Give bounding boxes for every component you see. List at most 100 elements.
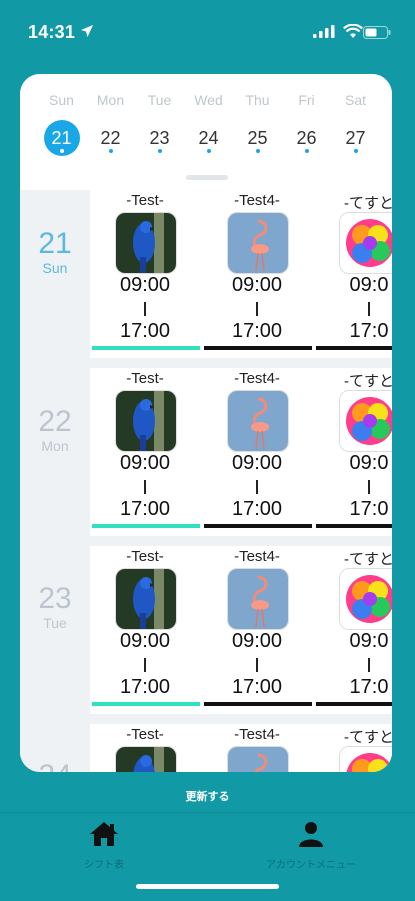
location-arrow-icon [81, 25, 93, 37]
shift-end-time: 17:00 [231, 676, 283, 698]
shift-name: -Test- [126, 548, 164, 565]
shift-color-bar [204, 346, 312, 350]
shift-name: -Test4- [234, 548, 280, 565]
update-button[interactable]: 更新する [0, 788, 415, 804]
event-dot [109, 149, 113, 153]
shift-name: -Test4- [234, 370, 280, 387]
shift-row: -Test- 09:00 17:00 -Test4- 09:00 17:00 -… [90, 190, 392, 358]
parrot-image [115, 390, 177, 452]
time-separator [144, 658, 146, 672]
shift-start-time: 09:0 [349, 274, 389, 296]
parrot-image [115, 746, 177, 772]
shift-start-time: 09:00 [231, 630, 283, 652]
time-separator [368, 302, 370, 316]
time-separator [144, 480, 146, 494]
week-strip: Sun Mon Tue Wed Thu Fri Sat 21 22 23 24 … [20, 74, 392, 186]
flamingo-image [227, 746, 289, 772]
weekday-header: Mon [96, 92, 125, 108]
flower-image [339, 746, 392, 772]
parrot-image [115, 212, 177, 274]
shift-card[interactable]: -Test4- 09:00 17:00 [202, 368, 312, 536]
shift-card[interactable]: -Test4- 09:00 17:00 [202, 190, 312, 358]
shift-card[interactable]: -てすと [314, 724, 392, 772]
weekday-header: Tue [147, 92, 172, 108]
shift-color-bar [316, 702, 392, 706]
status-time: 14:31 [28, 22, 76, 42]
time-separator [144, 302, 146, 316]
schedule-card: Sun Mon Tue Wed Thu Fri Sat 21 22 23 24 … [20, 74, 392, 772]
shift-row: -Test- -Test4- -てすと [90, 724, 392, 772]
shift-name: -てすと [344, 373, 392, 390]
shift-name: -Test- [126, 192, 164, 209]
day-weekday: Sun [42, 260, 68, 276]
shift-end-time: 17:0 [349, 498, 389, 520]
shift-start-time: 09:00 [119, 630, 171, 652]
flower-image [339, 568, 392, 630]
status-bar: 14:31 [0, 0, 415, 64]
weekday-header: Sat [344, 92, 366, 108]
day-number: 22 [38, 405, 72, 438]
shift-card[interactable]: -てすと 09:0 17:0 [314, 368, 392, 536]
shift-start-time: 09:00 [119, 274, 171, 296]
shift-color-bar [204, 524, 312, 528]
event-dot [354, 149, 358, 153]
tab-shift-table[interactable]: シフト表 [34, 821, 174, 871]
flamingo-image [227, 212, 289, 274]
time-separator [256, 480, 258, 494]
shift-card[interactable]: -Test- 09:00 17:00 [90, 546, 200, 714]
shift-end-time: 17:0 [349, 676, 389, 698]
flamingo-image [227, 568, 289, 630]
time-separator [368, 480, 370, 494]
cellular-signal-icon [313, 25, 335, 38]
flamingo-image [227, 390, 289, 452]
event-dot [305, 149, 309, 153]
event-dot [60, 149, 64, 153]
shift-end-time: 17:00 [119, 320, 171, 342]
shift-card[interactable]: -Test4- [202, 724, 312, 772]
shift-card[interactable]: -Test- [90, 724, 200, 772]
shift-color-bar [92, 702, 200, 706]
home-icon [90, 822, 118, 846]
weekday-header: Sun [49, 92, 74, 108]
day-label: 23 Tue [20, 583, 90, 632]
shift-timeline: 21 Sun 22 Mon 23 Tue 24 -Test- 09:00 [20, 190, 392, 772]
tab-label: シフト表 [84, 860, 124, 871]
tab-account-menu[interactable]: アカウントメニュー [241, 821, 381, 871]
tab-label: アカウントメニュー [266, 860, 356, 871]
shift-card[interactable]: -Test4- 09:00 17:00 [202, 546, 312, 714]
shift-row: -Test- 09:00 17:00 -Test4- 09:00 17:00 -… [90, 546, 392, 714]
flower-image [339, 212, 392, 274]
day-number: 21 [38, 227, 72, 260]
drag-handle[interactable] [186, 175, 228, 180]
shift-card[interactable]: -てすと 09:0 17:0 [314, 190, 392, 358]
parrot-image [115, 568, 177, 630]
shift-end-time: 17:00 [119, 676, 171, 698]
shift-card[interactable]: -てすと 09:0 17:0 [314, 546, 392, 714]
weekday-header: Fri [298, 92, 315, 108]
shift-row: -Test- 09:00 17:00 -Test4- 09:00 17:00 -… [90, 368, 392, 536]
day-label: 24 [20, 760, 90, 773]
event-dot [256, 149, 260, 153]
shift-start-time: 09:00 [119, 452, 171, 474]
shift-color-bar [92, 346, 200, 350]
time-separator [256, 658, 258, 672]
event-dot [207, 149, 211, 153]
day-number: 24 [20, 760, 90, 773]
shift-name: -てすと [344, 551, 392, 568]
shift-name: -Test- [126, 726, 164, 743]
home-indicator [136, 884, 279, 889]
shift-name: -てすと [344, 729, 392, 746]
shift-start-time: 09:0 [349, 452, 389, 474]
shift-card[interactable]: -Test- 09:00 17:00 [90, 368, 200, 536]
shift-card[interactable]: -Test- 09:00 17:00 [90, 190, 200, 358]
shift-end-time: 17:0 [349, 320, 389, 342]
shift-color-bar [316, 346, 392, 350]
shift-start-time: 09:0 [349, 630, 389, 652]
wifi-icon [343, 24, 363, 38]
shift-end-time: 17:00 [119, 498, 171, 520]
person-icon [299, 822, 323, 847]
battery-icon [363, 26, 391, 39]
time-separator [368, 658, 370, 672]
event-dot [158, 149, 162, 153]
flower-image [339, 390, 392, 452]
